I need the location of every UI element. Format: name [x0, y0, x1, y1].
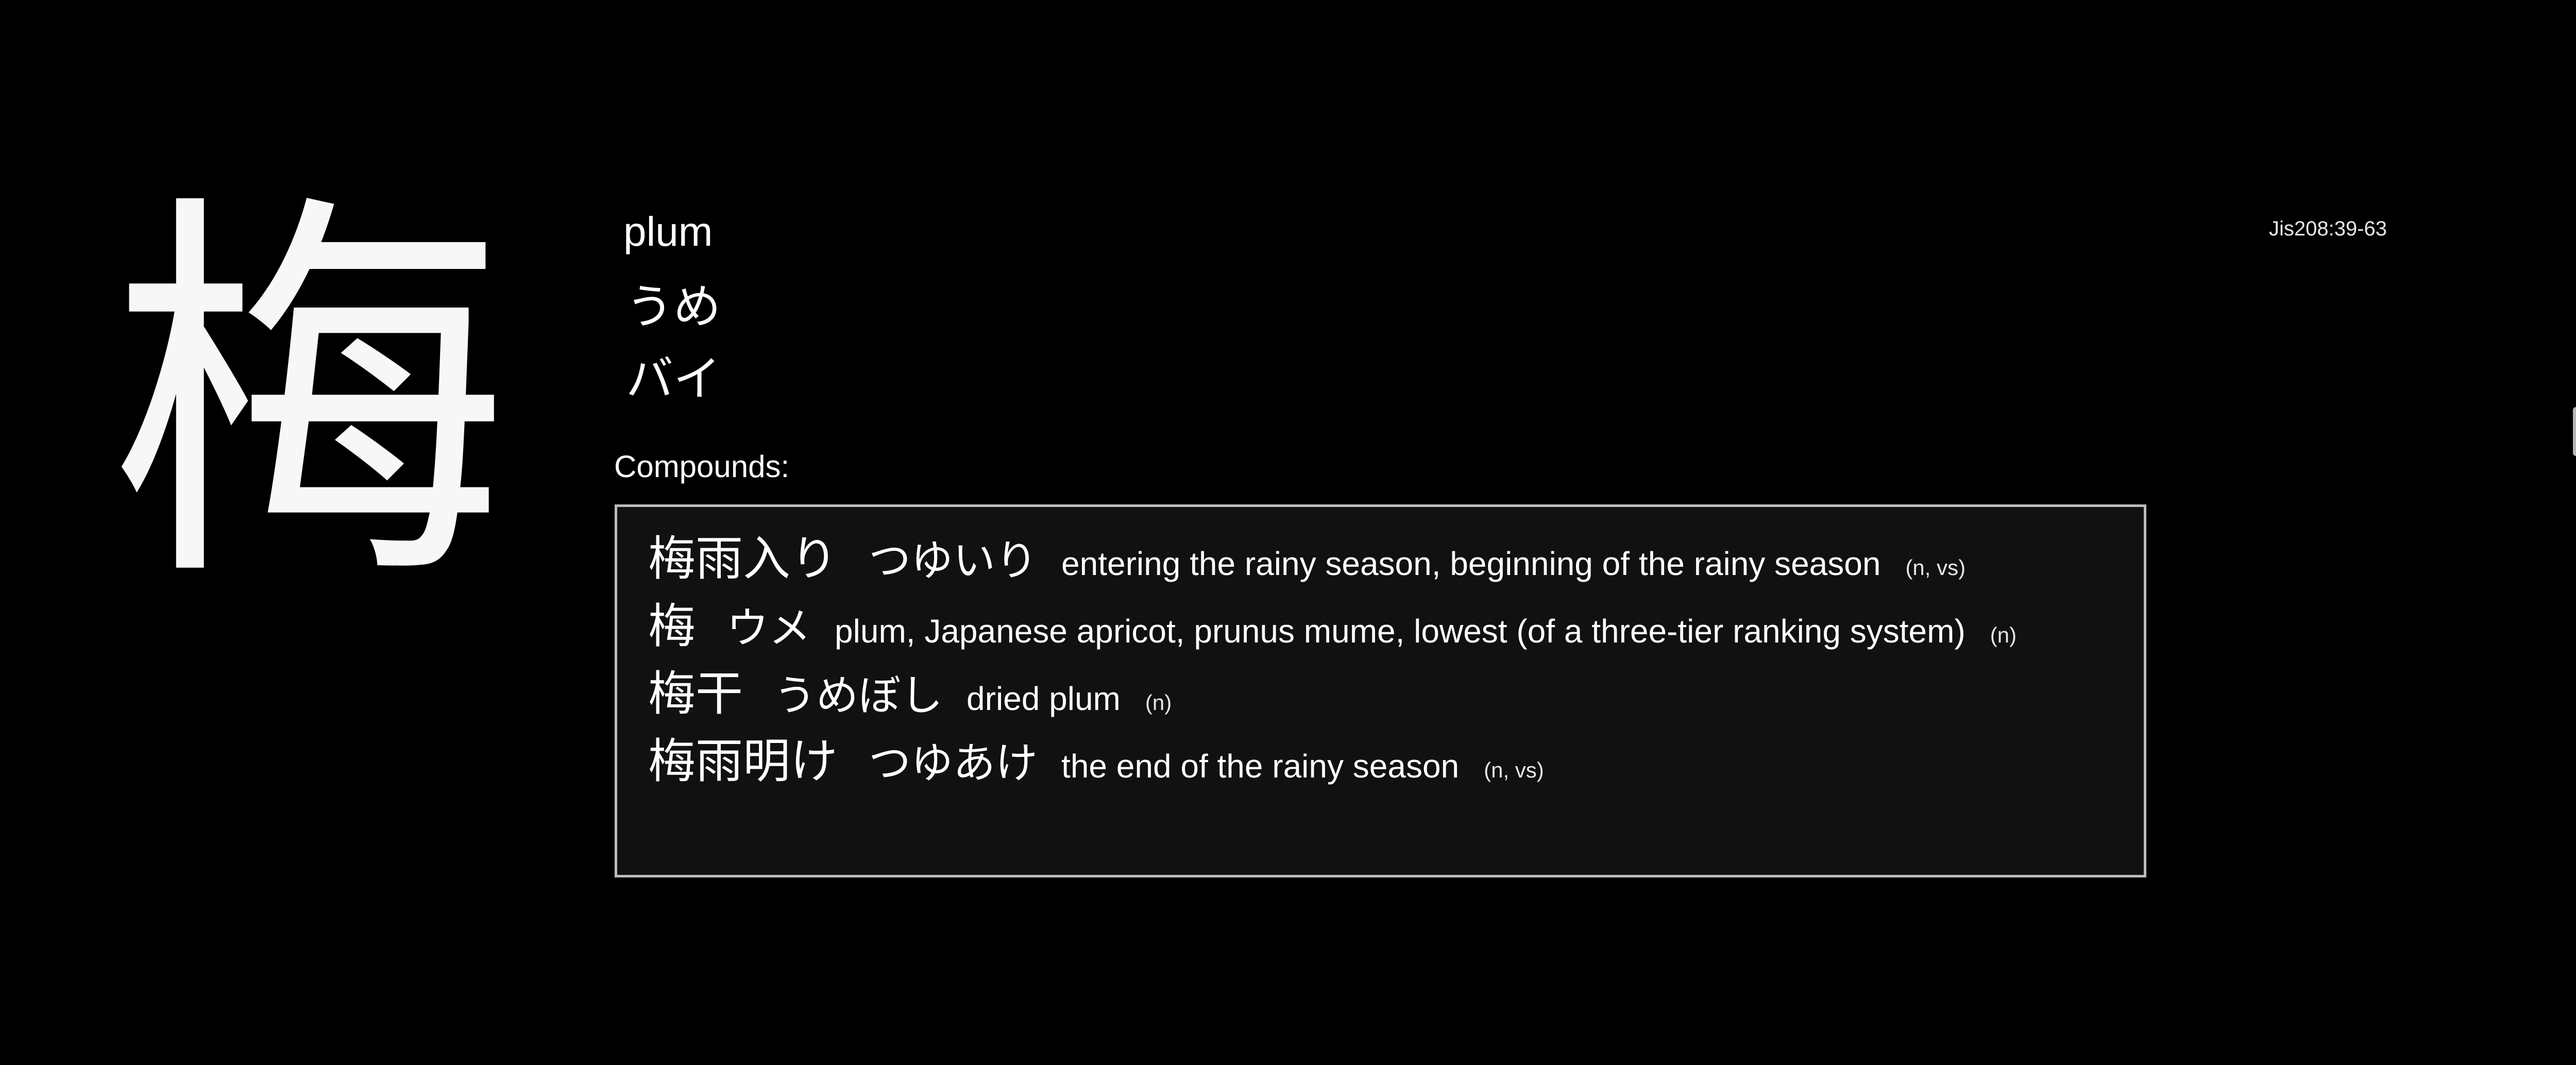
kanji-character: 梅 [108, 163, 510, 631]
kun-reading: うめ [626, 279, 721, 334]
compound-gloss: entering the rainy season, beginning of … [1061, 545, 1881, 582]
kanji-meaning: plum [623, 209, 713, 255]
compound-word: 梅雨明け [648, 734, 838, 789]
scrollbar-handle[interactable] [2573, 407, 2576, 456]
compound-pos: (n, vs) [1905, 555, 1966, 580]
compound-gloss: dried plum [967, 680, 1121, 717]
compound-row: 梅雨入り つゆいり entering the rainy season, beg… [648, 520, 2113, 588]
compound-word: 梅雨入り [648, 531, 838, 586]
compound-gloss: plum, Japanese apricot, prunus mume, low… [835, 613, 1965, 650]
compounds-label: Compounds: [614, 449, 790, 484]
compound-pos: (n) [1990, 623, 2017, 647]
compounds-list[interactable]: 梅雨入り つゆいり entering the rainy season, beg… [615, 504, 2146, 877]
compound-pos: (n) [1145, 690, 1172, 715]
compound-pos: (n, vs) [1484, 758, 1544, 782]
compound-row: 梅雨明け つゆあけ the end of the rainy season (n… [648, 723, 2113, 790]
compound-reading: ウメ [726, 604, 811, 653]
compound-gloss: the end of the rainy season [1061, 748, 1460, 785]
on-reading: バイ [626, 351, 721, 407]
compound-row: 梅干 うめぼし dried plum (n) [648, 655, 2113, 723]
compound-reading: つゆあけ [869, 739, 1038, 788]
kanji-detail-page: 梅 plum うめ バイ Jis208:39-63 Compounds: 梅雨入… [0, 0, 2576, 1065]
compound-row: 梅 ウメ plum, Japanese apricot, prunus mume… [648, 588, 2113, 655]
compound-word: 梅干 [648, 666, 743, 721]
compound-reading: つゆいり [869, 536, 1038, 585]
compound-word: 梅 [648, 599, 696, 654]
jis-code: Jis208:39-63 [2269, 217, 2387, 240]
compound-reading: うめぼし [774, 671, 943, 720]
